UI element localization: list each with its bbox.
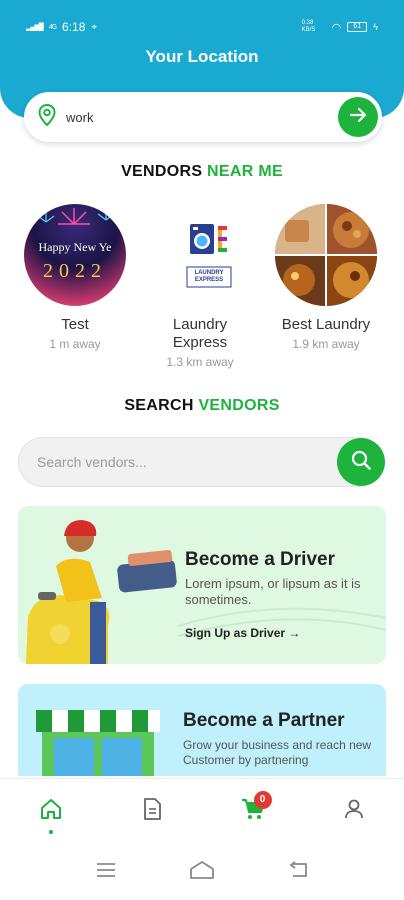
search-icon <box>350 449 372 476</box>
charging-icon: ϟ <box>373 22 378 32</box>
vendor-name: Laundry Express <box>172 316 228 351</box>
driver-card-title: Become a Driver <box>185 549 335 570</box>
location-status-icon: ⌖ <box>91 21 98 33</box>
wifi-icon: ◠ <box>331 21 342 34</box>
vendor-image: Happy New Ye 2022 <box>24 204 126 306</box>
vendor-image <box>275 204 377 306</box>
vendor-card-laundry-express[interactable]: LAUNDRY EXPRESS Laundry Express 1.3 km a… <box>140 204 260 369</box>
battery-level: 61 <box>353 23 362 30</box>
clock: 6:18 <box>62 20 86 34</box>
vendor-image-text-a: Happy New Ye <box>38 240 112 254</box>
become-driver-card[interactable]: Become a Driver Lorem ipsum, or lipsum a… <box>18 506 386 664</box>
location-value[interactable]: work <box>66 110 338 125</box>
nav-orders[interactable] <box>127 787 177 837</box>
heading-part-a: SEARCH <box>124 397 194 414</box>
driver-card-description: Lorem ipsum, or lipsum as it is sometime… <box>185 576 361 607</box>
heading-part-a: VENDORS <box>121 163 203 180</box>
vendor-logo-text: LAUNDRY EXPRESS <box>194 270 224 283</box>
vendor-card-test[interactable]: Happy New Ye 2022 Test 1 m away <box>15 204 135 351</box>
bottom-navigation: 0 <box>0 778 404 844</box>
partner-card-title: Become a Partner <box>183 710 345 731</box>
home-icon <box>39 797 63 826</box>
driver-signup-link[interactable]: Sign Up as Driver → <box>185 626 300 640</box>
location-input[interactable]: work <box>24 92 382 142</box>
vendor-image-text-b: 2022 <box>43 260 107 282</box>
network-speed: 0.38 KB/S <box>301 20 316 33</box>
nav-profile[interactable] <box>329 787 379 837</box>
menu-icon[interactable] <box>95 861 117 884</box>
map-pin-icon <box>38 103 56 131</box>
search-button[interactable] <box>337 438 385 486</box>
page-title: Your Location <box>145 47 259 66</box>
heading-part-b: VENDORS <box>198 397 280 414</box>
arrow-right-icon <box>348 105 368 130</box>
become-partner-card[interactable]: Become a Partner Grow your business and … <box>18 684 386 776</box>
vendor-distance: 1 m away <box>49 337 101 351</box>
system-navigation <box>0 844 404 900</box>
vendor-logo: LAUNDRY EXPRESS <box>149 204 251 306</box>
document-icon <box>141 797 163 826</box>
cart-count-badge: 0 <box>253 790 272 809</box>
vendor-name: Best Laundry <box>281 316 371 333</box>
nav-cart[interactable]: 0 <box>228 787 278 837</box>
submit-location-button[interactable] <box>338 97 378 137</box>
battery-icon: 61 <box>347 22 368 32</box>
status-bar: ▂▄▆█ 4G 6:18 ⌖ 0.38 KB/S ◠ 61 ϟ <box>26 18 378 36</box>
back-icon[interactable] <box>287 860 309 884</box>
active-indicator <box>48 829 53 834</box>
vendor-card-best-laundry[interactable]: Best Laundry 1.9 km away <box>266 204 386 351</box>
vendor-name: Test <box>61 316 89 333</box>
system-home-icon[interactable] <box>188 860 216 885</box>
vendor-distance: 1.9 km away <box>292 337 360 351</box>
search-vendors-heading: SEARCH VENDORS <box>0 397 404 415</box>
vendors-near-me-heading: VENDORS NEAR ME <box>0 163 404 181</box>
partner-card-description: Grow your business and reach new Custome… <box>183 738 372 767</box>
signal-icon: ▂▄▆█ <box>26 24 44 31</box>
user-icon <box>343 798 365 825</box>
carrier-label: 4G <box>48 23 57 31</box>
search-placeholder[interactable]: Search vendors... <box>37 454 383 470</box>
vendor-distance: 1.3 km away <box>166 355 234 369</box>
search-vendors-input[interactable]: Search vendors... <box>18 437 385 487</box>
nav-home[interactable] <box>26 787 76 837</box>
heading-part-b: NEAR ME <box>207 163 283 180</box>
